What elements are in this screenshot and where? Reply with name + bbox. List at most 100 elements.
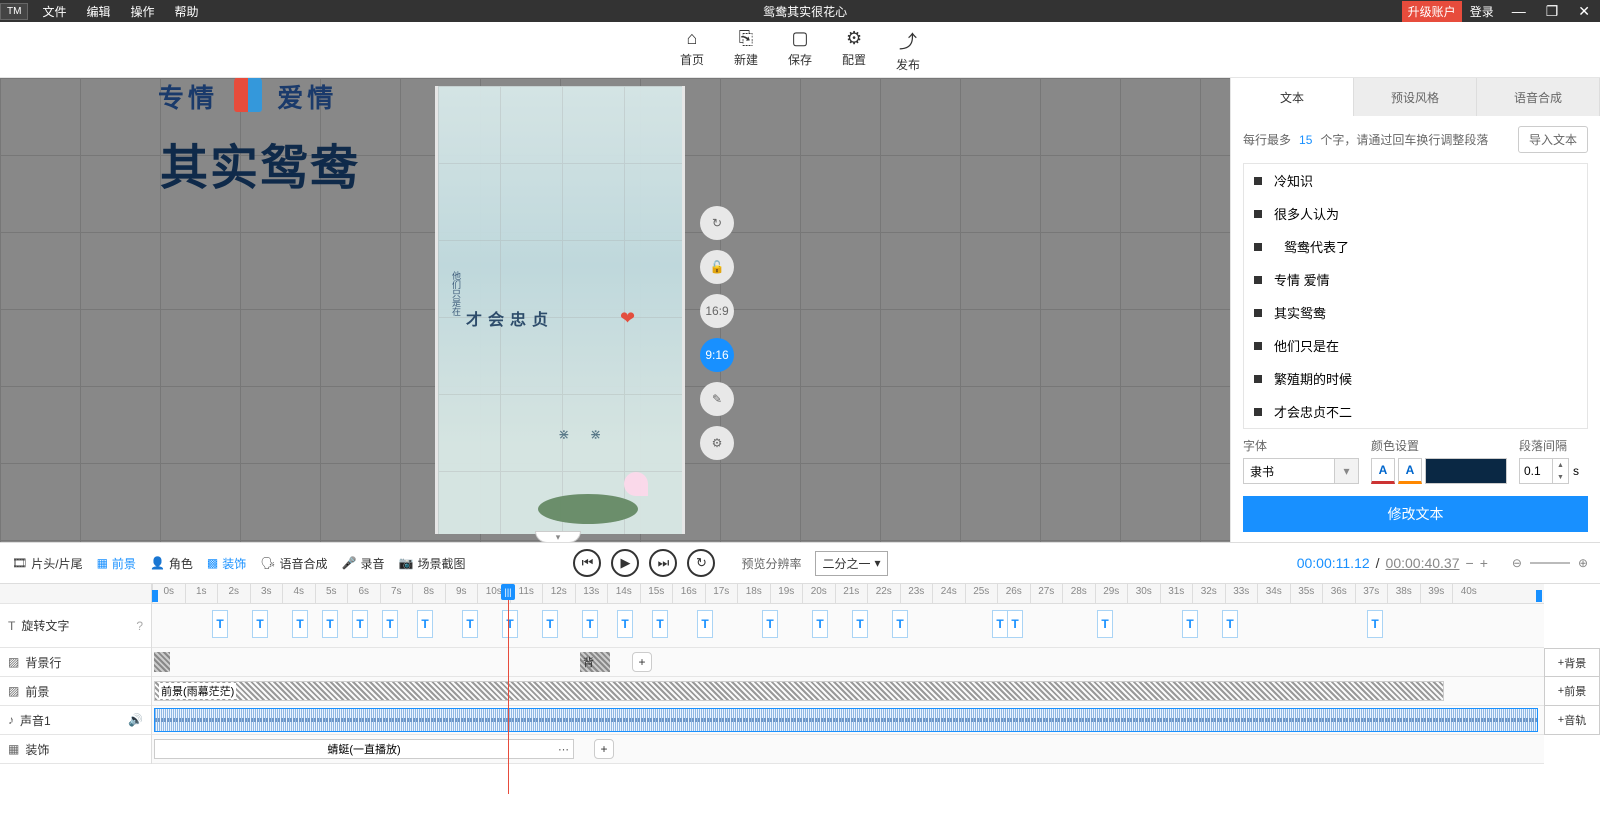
config-button[interactable]: ⚙配置 [842, 28, 866, 77]
text-row[interactable]: 鸳鸯代表了 [1244, 230, 1587, 263]
text-list[interactable]: 冷知识 很多人认为 鸳鸯代表了 专情 爱情 其实鸳鸯 他们只是在 繁殖期的时候 … [1243, 163, 1588, 429]
text-row[interactable]: 很多人认为 [1244, 197, 1587, 230]
settings-icon[interactable]: ⚙ [700, 426, 734, 460]
screenshot-button[interactable]: 📷场景截图 [398, 555, 465, 572]
spin-up-icon[interactable]: ▲ [1553, 459, 1568, 471]
text-clip[interactable]: T [1182, 610, 1198, 638]
out-marker[interactable] [1536, 590, 1542, 602]
minus-icon[interactable]: − [1466, 555, 1474, 571]
tts-button[interactable]: 🗣语音合成 [260, 555, 327, 572]
loop-button[interactable]: ↻ [687, 549, 715, 577]
add-bg-button[interactable]: + [632, 652, 652, 672]
zoom-out-icon[interactable]: ⊖ [1512, 556, 1522, 570]
text-clip[interactable]: T [1007, 610, 1023, 638]
modify-text-button[interactable]: 修改文本 [1243, 496, 1588, 532]
text-clip[interactable]: T [812, 610, 828, 638]
zoom-slider[interactable] [1530, 562, 1570, 564]
minimize-button[interactable]: — [1502, 1, 1536, 21]
zoom-in-icon[interactable]: ⊕ [1578, 556, 1588, 570]
menu-edit[interactable]: 编辑 [76, 1, 120, 22]
deco-track-head[interactable]: ▦装饰 [0, 735, 151, 764]
tab-tts[interactable]: 语音合成 [1477, 78, 1600, 116]
bg-track-head[interactable]: ▨背景行 [0, 648, 151, 677]
text-track-head[interactable]: T旋转文字? [0, 604, 151, 648]
close-button[interactable]: ✕ [1568, 1, 1600, 22]
spacing-input[interactable]: 0.1▲▼ [1519, 458, 1569, 484]
bg-color-button[interactable]: A [1398, 458, 1422, 484]
play-button[interactable]: ▶ [611, 549, 639, 577]
help-icon[interactable]: ? [136, 619, 143, 633]
record-button[interactable]: 🎤录音 [342, 555, 385, 572]
text-clip[interactable]: T [617, 610, 633, 638]
fg-clip[interactable]: 前景(雨幕茫茫) [154, 681, 1444, 701]
text-row[interactable]: 冷知识 [1244, 164, 1587, 197]
font-select[interactable]: 隶书▾ [1243, 458, 1359, 484]
text-row[interactable]: 繁殖期的时候 [1244, 362, 1587, 395]
text-clip[interactable]: T [542, 610, 558, 638]
text-clip[interactable]: T [462, 610, 478, 638]
color-preview[interactable] [1425, 458, 1507, 484]
total-time[interactable]: 00:00:40.37 [1386, 555, 1460, 571]
text-row[interactable]: 其实鸳鸯 [1244, 296, 1587, 329]
text-clip[interactable]: T [992, 610, 1008, 638]
text-clip[interactable]: T [1367, 610, 1383, 638]
speaker-icon[interactable]: 🔊 [128, 713, 143, 727]
add-bg-track-button[interactable]: + 背景 [1544, 648, 1600, 677]
new-button[interactable]: ⎘新建 [734, 28, 758, 77]
bg-track[interactable]: 背 + [152, 648, 1544, 677]
text-row[interactable]: 他们只是在 [1244, 329, 1587, 362]
playhead[interactable]: ||| [508, 584, 509, 794]
plus-icon[interactable]: + [1480, 555, 1488, 571]
fg-track-head[interactable]: ▨前景 [0, 677, 151, 706]
tab-style[interactable]: 预设风格 [1354, 78, 1477, 116]
text-clip[interactable]: T [382, 610, 398, 638]
audio-track[interactable] [152, 706, 1544, 735]
text-clip[interactable]: T [292, 610, 308, 638]
home-button[interactable]: ⌂首页 [680, 28, 704, 77]
save-button[interactable]: ▢保存 [788, 28, 812, 77]
refresh-icon[interactable]: ↻ [700, 206, 734, 240]
text-row[interactable]: 专情 爱情 [1244, 263, 1587, 296]
text-clip[interactable]: T [892, 610, 908, 638]
more-icon[interactable]: ⋯ [558, 743, 569, 756]
audio-track-head[interactable]: ♪声音1🔊 [0, 706, 151, 735]
preview-frame[interactable]: 他们只是在 才会忠贞 ❤ ⋇⋇ [435, 86, 685, 534]
add-audio-track-button[interactable]: + 音轨 [1544, 706, 1600, 735]
text-clip[interactable]: T [1097, 610, 1113, 638]
foreground-button[interactable]: ▦前景 [97, 555, 136, 572]
add-deco-button[interactable]: + [594, 739, 614, 759]
ratio-16-9-button[interactable]: 16:9 [700, 294, 734, 328]
menu-operate[interactable]: 操作 [120, 1, 164, 22]
deco-track[interactable]: 蜻蜓(一直播放)⋯ + [152, 735, 1544, 764]
playhead-handle[interactable]: ||| [501, 584, 515, 600]
text-row[interactable]: 才会忠贞不二 [1244, 395, 1587, 428]
in-marker[interactable] [152, 590, 158, 602]
import-text-button[interactable]: 导入文本 [1518, 126, 1588, 153]
fg-track[interactable]: 前景(雨幕茫茫) [152, 677, 1544, 706]
text-clip[interactable]: T [652, 610, 668, 638]
character-button[interactable]: 👤角色 [150, 555, 193, 572]
decoration-button[interactable]: ▩装饰 [207, 555, 246, 572]
text-clip[interactable]: T [1222, 610, 1238, 638]
intro-outro-button[interactable]: 🎞片头/片尾 [12, 555, 83, 572]
next-button[interactable]: ⏭ [649, 549, 677, 577]
text-color-button[interactable]: A [1371, 458, 1395, 484]
track-area[interactable]: 0s1s2s3s4s5s6s7s8s9s10s11s12s13s14s15s16… [152, 584, 1544, 764]
publish-button[interactable]: ⤴发布 [896, 28, 920, 77]
edit-icon[interactable]: ✎ [700, 382, 734, 416]
text-clip[interactable]: T [252, 610, 268, 638]
audio-clip[interactable] [154, 708, 1538, 732]
tab-text[interactable]: 文本 [1231, 78, 1354, 116]
time-ruler[interactable]: 0s1s2s3s4s5s6s7s8s9s10s11s12s13s14s15s16… [152, 584, 1544, 604]
maximize-button[interactable]: ❐ [1536, 1, 1569, 22]
add-fg-track-button[interactable]: + 前景 [1544, 677, 1600, 706]
menu-file[interactable]: 文件 [32, 1, 76, 22]
login-button[interactable]: 登录 [1462, 1, 1502, 22]
text-clip[interactable]: T [352, 610, 368, 638]
bg-clip-2[interactable]: 背 [580, 652, 610, 672]
prev-button[interactable]: ⏮ [573, 549, 601, 577]
collapse-handle[interactable]: ▾ [535, 531, 581, 542]
text-clip[interactable]: T [762, 610, 778, 638]
ratio-9-16-button[interactable]: 9:16 [700, 338, 734, 372]
text-clip[interactable]: T [502, 610, 518, 638]
